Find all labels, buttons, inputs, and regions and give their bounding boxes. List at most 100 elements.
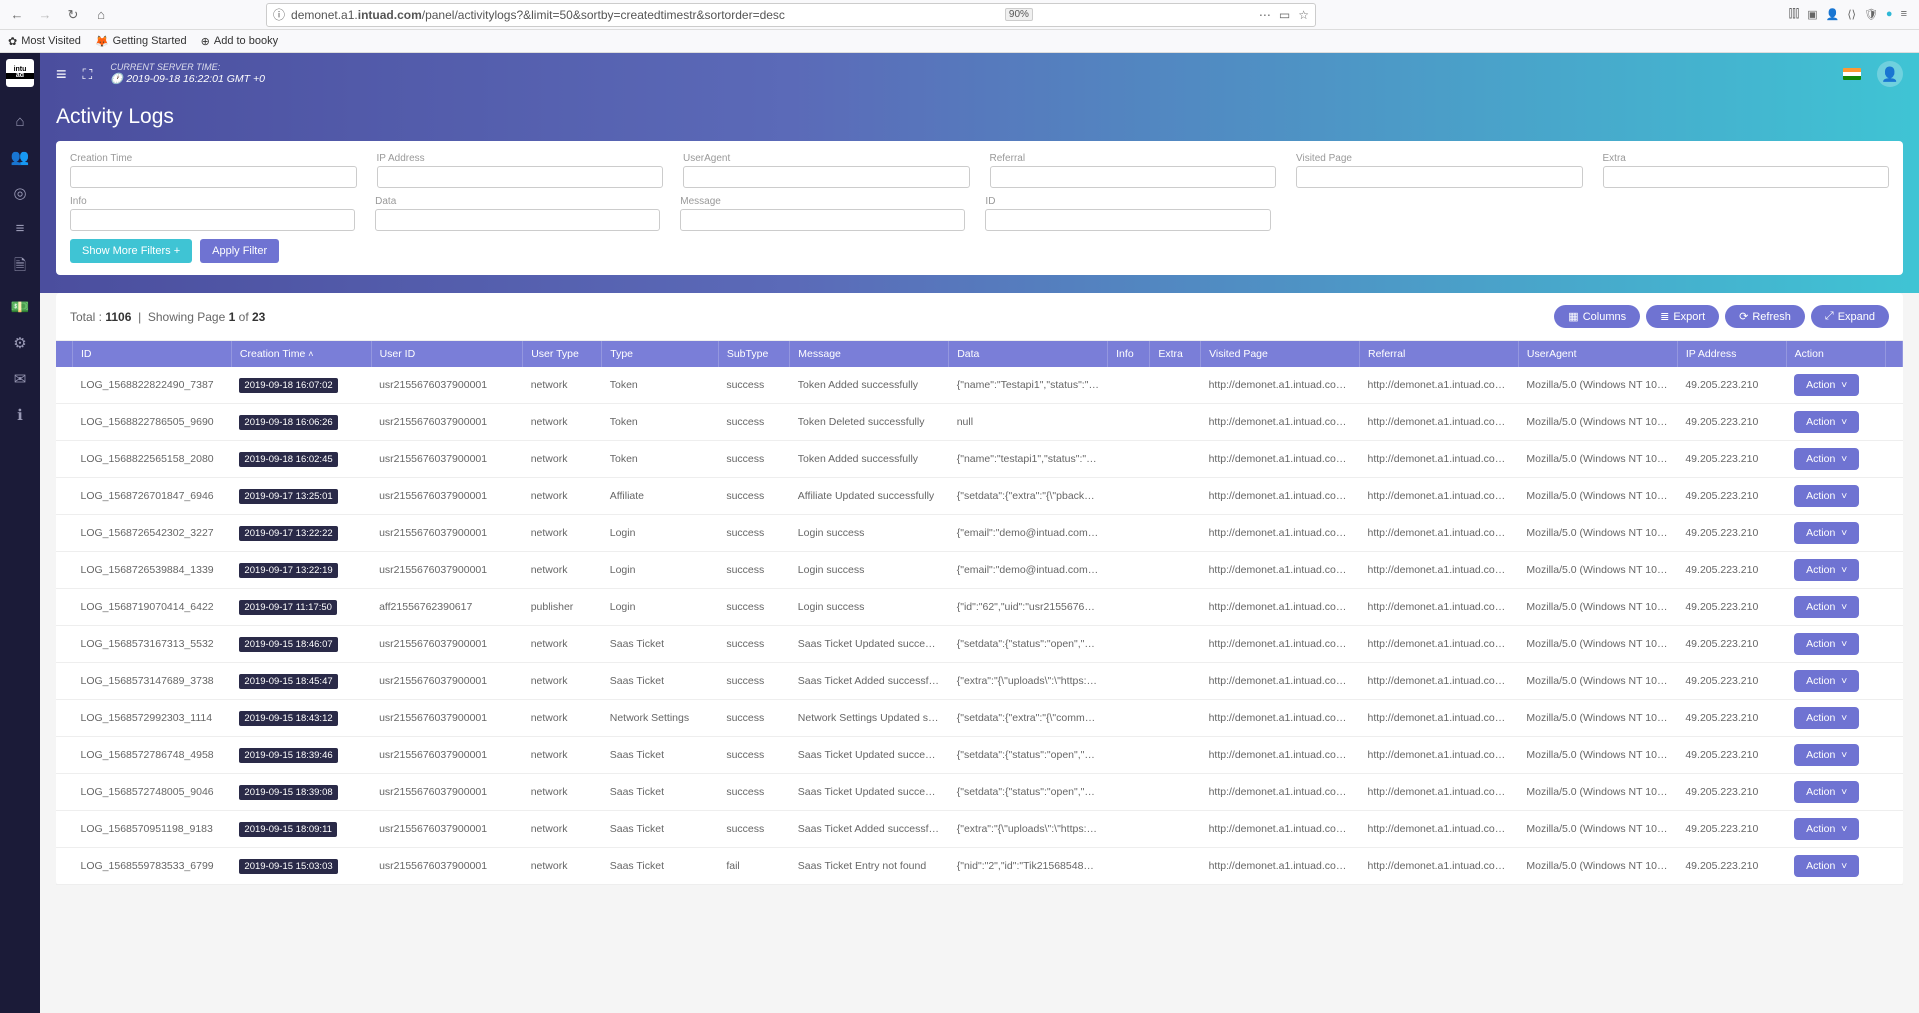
- hamburger-icon[interactable]: ≡: [56, 64, 67, 85]
- bookmark-most-visited[interactable]: ✿ Most Visited: [8, 35, 81, 48]
- cell-info: [1108, 737, 1150, 774]
- col-creation[interactable]: Creation Time ˄: [231, 341, 371, 367]
- row-action-button[interactable]: Action ˅: [1794, 596, 1859, 618]
- home-button[interactable]: ⌂: [88, 3, 114, 27]
- cell-info: [1108, 774, 1150, 811]
- settings-icon[interactable]: ⚙: [8, 334, 32, 352]
- row-action-button[interactable]: Action ˅: [1794, 781, 1859, 803]
- col-id[interactable]: ID: [73, 341, 232, 367]
- sidebar-toggle-icon[interactable]: ▣: [1807, 8, 1817, 21]
- dev-icon[interactable]: ⟨⟩: [1847, 8, 1856, 21]
- col-useragent[interactable]: UserAgent: [1518, 341, 1677, 367]
- library-icon[interactable]: ⫿⫿⫿: [1789, 8, 1800, 21]
- extension-icon[interactable]: ●: [1886, 8, 1893, 21]
- cell-utype: network: [523, 626, 602, 663]
- row-action-button[interactable]: Action ˅: [1794, 633, 1859, 655]
- info-input[interactable]: [70, 209, 355, 231]
- col-visited[interactable]: Visited Page: [1201, 341, 1360, 367]
- cell-ref: http://demonet.a1.intuad.com/pa...: [1360, 848, 1519, 885]
- cell-info: [1108, 700, 1150, 737]
- users-icon[interactable]: 👥: [8, 148, 32, 166]
- bookmark-add-to-booky[interactable]: ⊕ Add to booky: [201, 35, 278, 48]
- shield-icon[interactable]: 🛡: [1864, 8, 1878, 21]
- col-usertype[interactable]: User Type: [523, 341, 602, 367]
- more-icon[interactable]: ⋯: [1259, 8, 1271, 22]
- row-action-button[interactable]: Action ˅: [1794, 411, 1859, 433]
- col-referral[interactable]: Referral: [1360, 341, 1519, 367]
- row-action-button[interactable]: Action ˅: [1794, 707, 1859, 729]
- cell-time: 2019-09-18 16:06:26: [231, 404, 371, 441]
- table-row: LOG_1568726539884_13392019-09-17 13:22:1…: [56, 552, 1903, 589]
- cell-ua: Mozilla/5.0 (Windows NT 10.0; ...: [1518, 700, 1677, 737]
- columns-button[interactable]: ▦ Columns: [1554, 305, 1640, 328]
- cell-sub: success: [718, 774, 789, 811]
- list-icon[interactable]: ≡: [8, 220, 32, 237]
- export-button[interactable]: ≣ Export: [1646, 305, 1719, 328]
- col-ip[interactable]: IP Address: [1677, 341, 1786, 367]
- visited-input[interactable]: [1296, 166, 1583, 188]
- account-icon[interactable]: 👤: [1826, 8, 1840, 21]
- col-data[interactable]: Data: [949, 341, 1108, 367]
- row-action-button[interactable]: Action ˅: [1794, 670, 1859, 692]
- cell-ua: Mozilla/5.0 (Windows NT 10.0; ...: [1518, 515, 1677, 552]
- forward-button[interactable]: →: [32, 3, 58, 27]
- info-icon[interactable]: ℹ: [8, 406, 32, 424]
- back-button[interactable]: ←: [4, 3, 30, 27]
- col-info[interactable]: Info: [1108, 341, 1150, 367]
- row-action-button[interactable]: Action ˅: [1794, 448, 1859, 470]
- document-icon[interactable]: 🗎: [8, 255, 32, 280]
- row-action-button[interactable]: Action ˅: [1794, 855, 1859, 877]
- extra-input[interactable]: [1603, 166, 1890, 188]
- data-input[interactable]: [375, 209, 660, 231]
- col-type[interactable]: Type: [602, 341, 719, 367]
- row-action-button[interactable]: Action ˅: [1794, 374, 1859, 396]
- cell-utype: network: [523, 700, 602, 737]
- apply-filter-button[interactable]: Apply Filter: [200, 239, 279, 263]
- cell-sub: success: [718, 367, 789, 404]
- cell-msg: Token Added successfully: [790, 367, 949, 404]
- col-extra[interactable]: Extra: [1150, 341, 1201, 367]
- cell-visited: http://demonet.a1.intuad.com/api/...: [1201, 774, 1360, 811]
- target-icon[interactable]: ◎: [8, 184, 32, 202]
- reload-button[interactable]: ↻: [60, 3, 86, 27]
- row-action-button[interactable]: Action ˅: [1794, 818, 1859, 840]
- id-input[interactable]: [985, 209, 1270, 231]
- mail-icon[interactable]: ✉: [8, 370, 32, 388]
- scroll-left-handle[interactable]: [56, 341, 73, 367]
- row-action-button[interactable]: Action ˅: [1794, 744, 1859, 766]
- col-userid[interactable]: User ID: [371, 341, 523, 367]
- refresh-button[interactable]: ⟳ Refresh: [1725, 305, 1805, 328]
- money-icon[interactable]: 💵: [8, 298, 32, 316]
- row-action-button[interactable]: Action ˅: [1794, 485, 1859, 507]
- cell-action: Action ˅: [1786, 663, 1885, 700]
- user-avatar[interactable]: 👤: [1877, 61, 1903, 87]
- filter-label-msg: Message: [680, 196, 965, 207]
- info-icon: ⓘ: [273, 6, 285, 23]
- fullscreen-icon[interactable]: ⛶: [83, 66, 93, 83]
- cell-ua: Mozilla/5.0 (Windows NT 10.0; ...: [1518, 404, 1677, 441]
- menu-icon[interactable]: ≡: [1901, 8, 1907, 21]
- col-subtype[interactable]: SubType: [718, 341, 789, 367]
- creation-time-input[interactable]: [70, 166, 357, 188]
- referral-input[interactable]: [990, 166, 1277, 188]
- useragent-input[interactable]: [683, 166, 970, 188]
- col-action[interactable]: Action: [1786, 341, 1885, 367]
- flag-icon[interactable]: [1843, 68, 1861, 80]
- reader-icon[interactable]: ▭: [1279, 8, 1290, 22]
- row-action-button[interactable]: Action ˅: [1794, 559, 1859, 581]
- bookmark-getting-started[interactable]: 🦊 Getting Started: [95, 35, 187, 48]
- zoom-level[interactable]: 90%: [1005, 8, 1033, 21]
- row-action-button[interactable]: Action ˅: [1794, 522, 1859, 544]
- expand-button[interactable]: ⤢ Expand: [1811, 305, 1889, 328]
- message-input[interactable]: [680, 209, 965, 231]
- cell-ua: Mozilla/5.0 (Windows NT 10.0; ...: [1518, 811, 1677, 848]
- show-more-filters-button[interactable]: Show More Filters +: [70, 239, 192, 263]
- cell-uid: usr2155676037900001: [371, 404, 523, 441]
- home-icon[interactable]: ⌂: [8, 113, 32, 130]
- cell-ip: 49.205.223.210: [1677, 552, 1786, 589]
- ip-input[interactable]: [377, 166, 664, 188]
- col-message[interactable]: Message: [790, 341, 949, 367]
- url-bar[interactable]: ⓘ demonet.a1.intuad.com/panel/activitylo…: [266, 3, 1316, 27]
- bookmark-star-icon[interactable]: ☆: [1298, 8, 1309, 22]
- scroll-right-handle[interactable]: [1886, 341, 1903, 367]
